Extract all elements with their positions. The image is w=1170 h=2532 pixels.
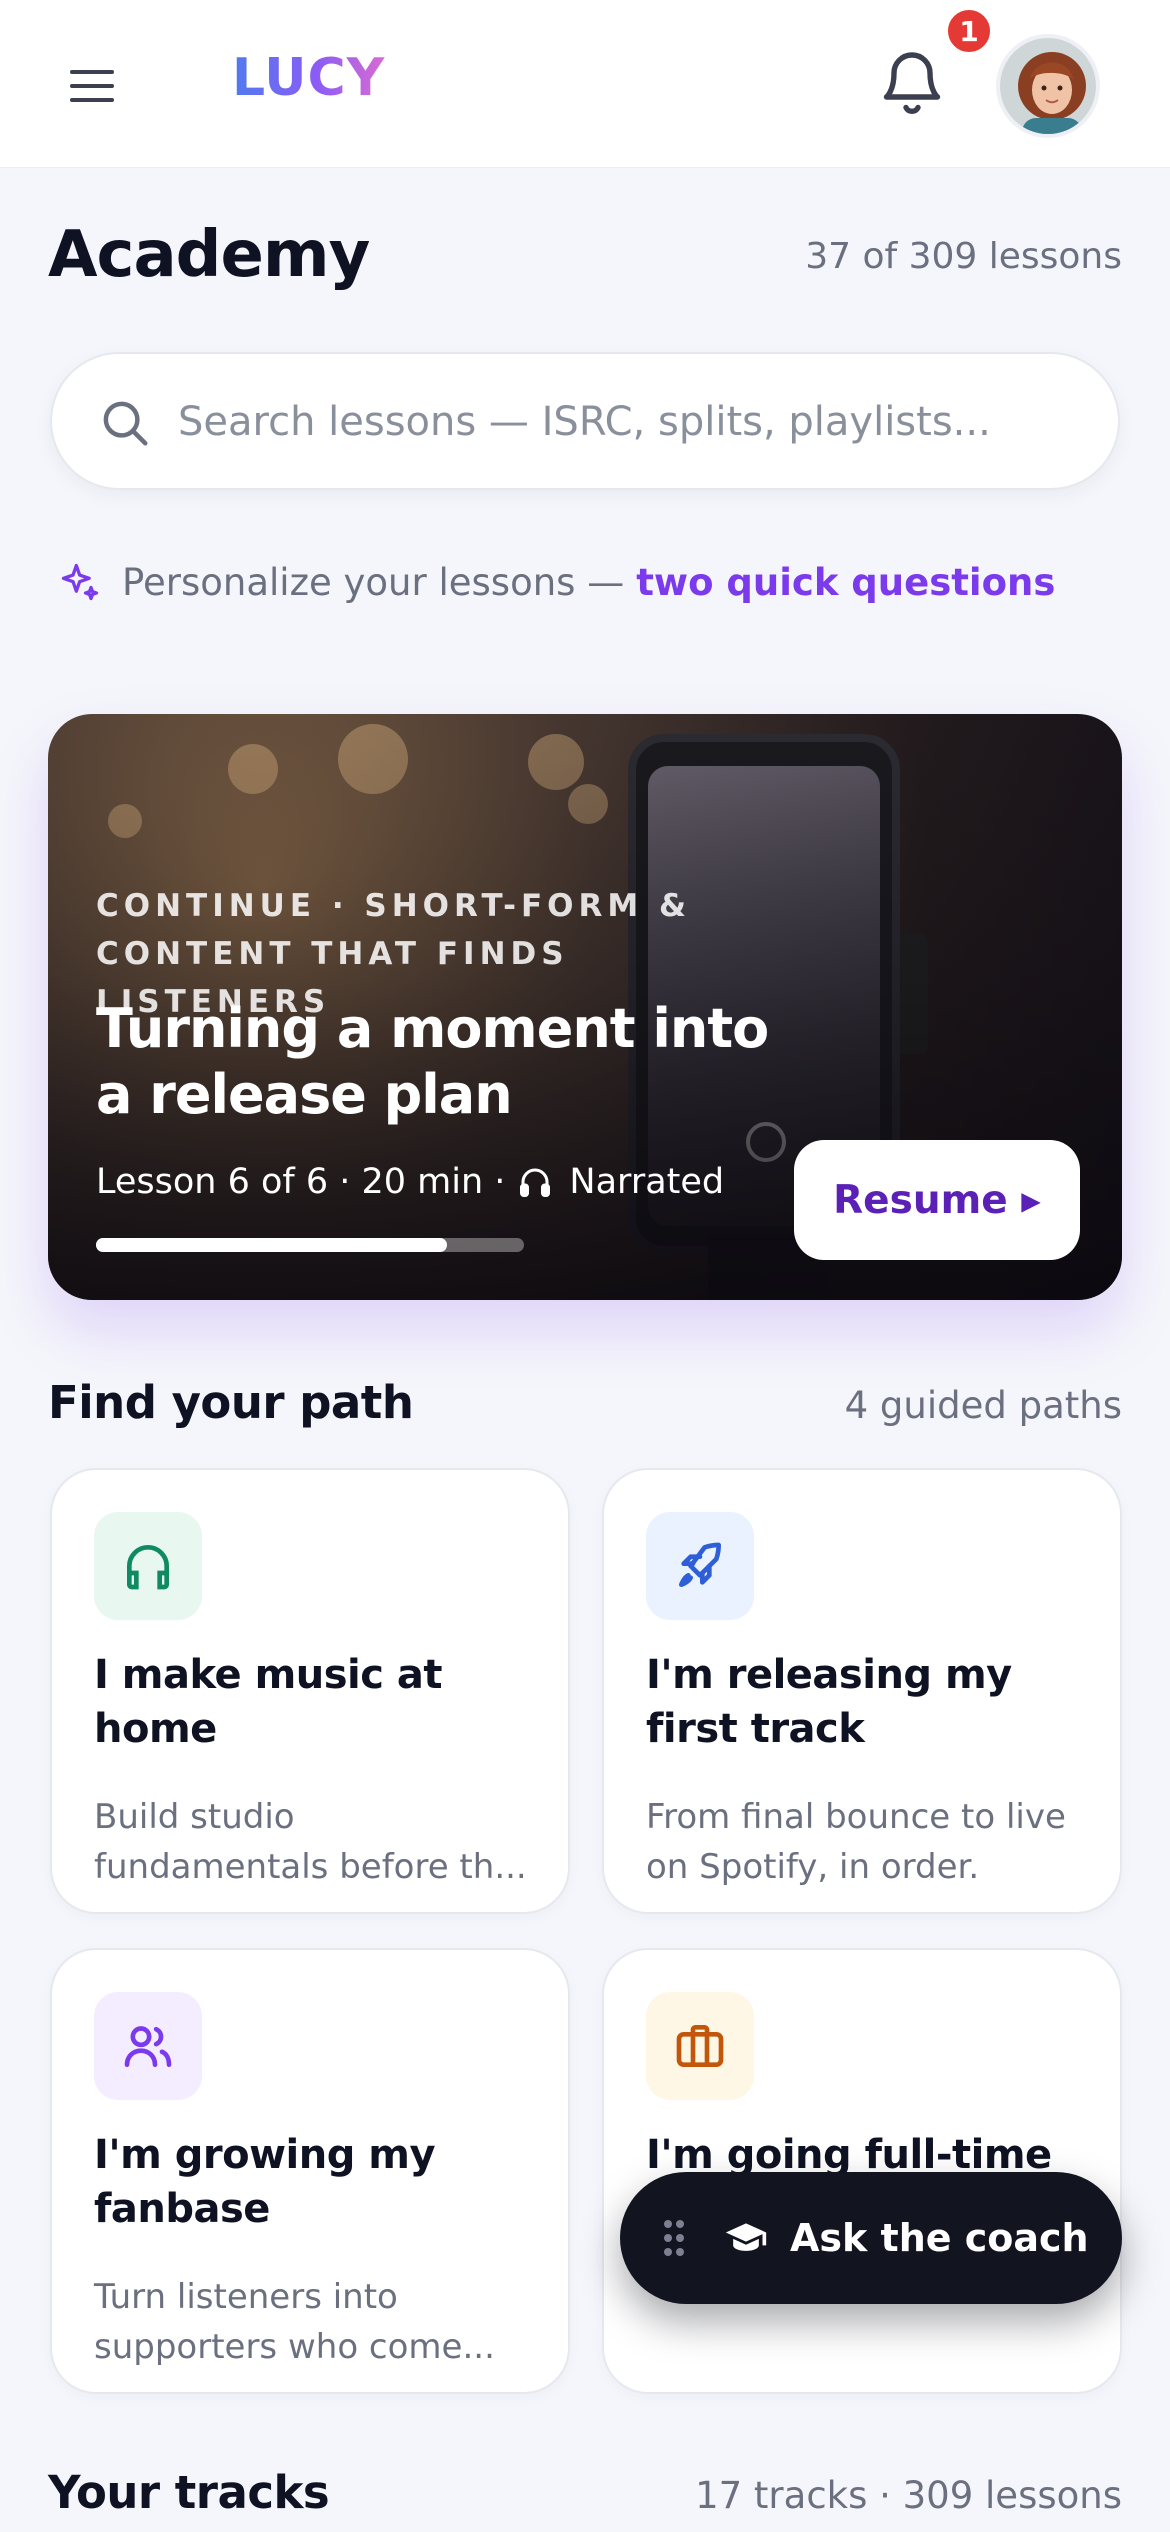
path-icon-tile bbox=[94, 1512, 202, 1620]
path-card-description: Turn listeners into supporters who come.… bbox=[94, 2277, 495, 2367]
app-logo[interactable]: LUCY bbox=[232, 48, 385, 108]
path-card-title: I'm growing my fanbase bbox=[94, 2132, 436, 2232]
path-card-title: I'm releasing my first track bbox=[646, 1652, 1012, 1752]
page-title: Academy bbox=[48, 218, 370, 292]
users-icon bbox=[124, 2026, 172, 2067]
personalize-link[interactable]: two quick questions bbox=[636, 561, 1055, 604]
menu-icon-bar bbox=[70, 84, 114, 88]
avatar[interactable] bbox=[996, 34, 1100, 138]
search-input[interactable] bbox=[178, 384, 1078, 460]
path-card-description: Build studio fundamentals before th... bbox=[94, 1797, 527, 1887]
hero-meta-narrated: Narrated bbox=[569, 1162, 725, 1202]
personalize-prompt: Personalize your lessons — two quick que… bbox=[58, 560, 1055, 604]
bell-icon[interactable] bbox=[876, 42, 948, 122]
sparkles-icon bbox=[61, 563, 99, 601]
path-icon-tile bbox=[646, 1512, 754, 1620]
personalize-text: Personalize your lessons — bbox=[122, 560, 625, 604]
headphones-icon bbox=[127, 1545, 170, 1590]
path-card-home-music[interactable]: I make music at home Build studio fundam… bbox=[50, 1468, 570, 1914]
path-card-first-release[interactable]: I'm releasing my first track From final … bbox=[602, 1468, 1122, 1914]
tracks-count: 17 tracks · 309 lessons bbox=[695, 2474, 1122, 2517]
menu-icon-bar bbox=[70, 70, 114, 74]
paths-count: 4 guided paths bbox=[844, 1384, 1122, 1427]
menu-icon-bar bbox=[70, 98, 114, 102]
search-icon bbox=[103, 401, 148, 446]
lesson-progress-bar bbox=[96, 1238, 524, 1252]
lesson-progress-count: 37 of 309 lessons bbox=[805, 236, 1122, 277]
avatar-image bbox=[1000, 38, 1096, 134]
hero-meta-lesson: Lesson 6 of 6 · 20 min · bbox=[96, 1162, 506, 1202]
headphones-icon bbox=[520, 1168, 551, 1197]
notification-badge: 1 bbox=[944, 6, 994, 56]
path-card-fanbase[interactable]: I'm growing my fanbase Turn listeners in… bbox=[50, 1948, 570, 2394]
search-bar[interactable] bbox=[50, 352, 1120, 490]
graduation-cap-icon bbox=[725, 2223, 767, 2251]
paths-title: Find your path bbox=[48, 1376, 414, 1429]
hero-meta: Lesson 6 of 6 · 20 min · Narrated bbox=[96, 1162, 724, 1202]
path-icon-tile bbox=[646, 1992, 754, 2100]
menu-button[interactable] bbox=[70, 54, 134, 118]
resume-button[interactable]: Resume ▸ bbox=[794, 1140, 1080, 1260]
rocket-icon bbox=[679, 1542, 721, 1587]
drag-handle-icon[interactable] bbox=[664, 2220, 684, 2256]
path-card-description: From final bounce to live on Spotify, in… bbox=[646, 1797, 1066, 1887]
ask-coach-label: Ask the coach bbox=[790, 2216, 1089, 2260]
app-header: LUCY 1 bbox=[0, 0, 1170, 168]
hero-title: Turning a moment into a release plan bbox=[96, 997, 769, 1126]
briefcase-icon bbox=[676, 2025, 724, 2067]
ask-coach-button[interactable]: Ask the coach bbox=[620, 2172, 1122, 2304]
path-card-full-time[interactable]: I'm going full-time bbox=[602, 1948, 1122, 2394]
continue-lesson-card[interactable]: CONTINUE · SHORT-FORM & CONTENT THAT FIN… bbox=[48, 714, 1122, 1300]
path-card-title: I make music at home bbox=[94, 1652, 443, 1752]
lesson-progress-fill bbox=[96, 1238, 447, 1252]
path-icon-tile bbox=[94, 1992, 202, 2100]
tracks-title: Your tracks bbox=[48, 2466, 330, 2519]
